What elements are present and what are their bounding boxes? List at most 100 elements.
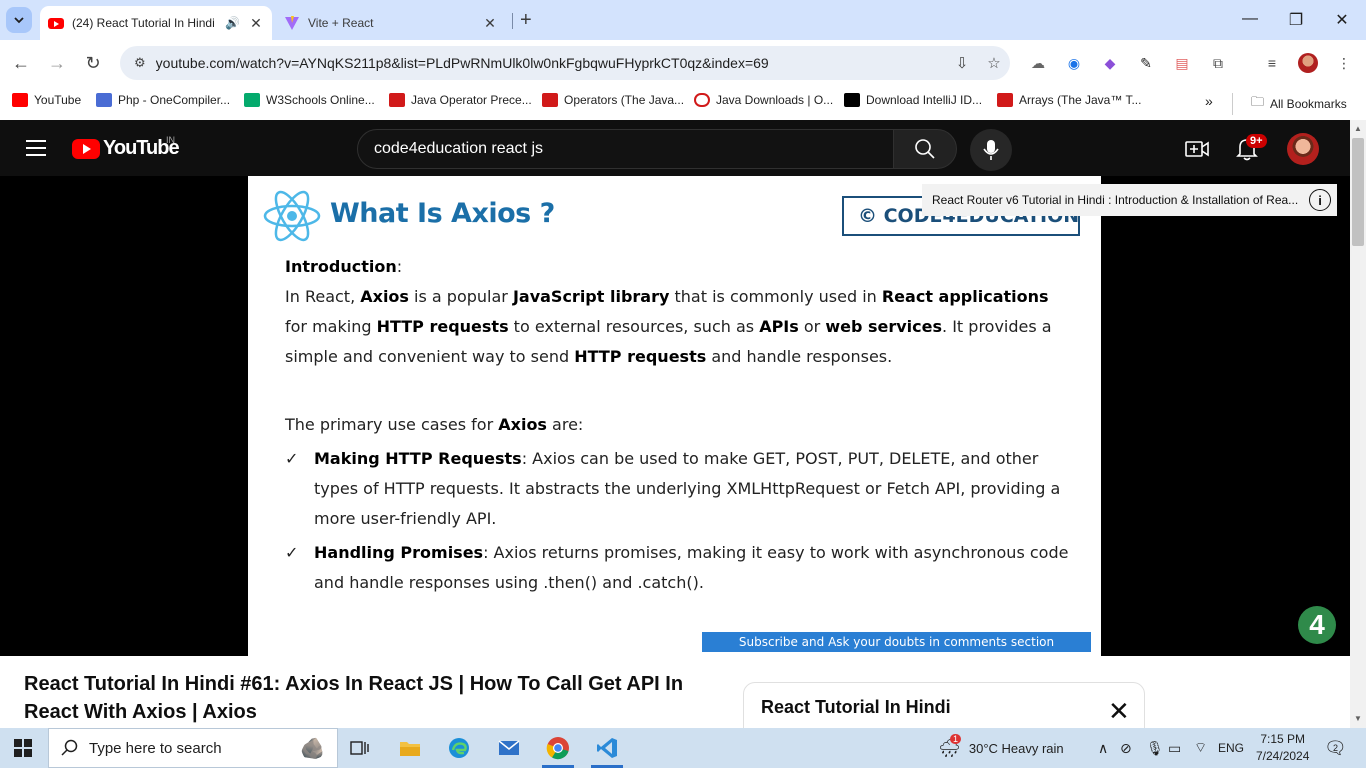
bookmark-label: Download IntelliJ ID... [866, 93, 983, 107]
voice-search-button[interactable] [970, 129, 1012, 171]
intro-heading-line: Introduction: [285, 257, 403, 276]
wifi-icon[interactable]: ⌔ [1194, 728, 1207, 768]
close-tab-icon[interactable]: ✕ [482, 15, 498, 32]
all-bookmarks[interactable]: 🗀 All Bookmarks [1232, 93, 1347, 115]
youtube-header: YouTube IN code4education react js 9+ [0, 120, 1350, 176]
notification-center-icon[interactable]: 🗨 2 [1324, 728, 1347, 768]
hamburger-menu-icon[interactable] [26, 140, 46, 161]
site-info-icon[interactable]: ⚙ [134, 55, 146, 71]
file-explorer-icon[interactable] [390, 732, 430, 764]
close-tab-icon[interactable]: ✕ [248, 15, 264, 32]
back-arrow-icon[interactable]: ← [10, 52, 32, 74]
language-indicator[interactable]: ENG [1218, 728, 1244, 768]
windows-start-icon[interactable] [14, 739, 32, 757]
account-avatar[interactable] [1287, 133, 1319, 165]
bookmark-onecompiler[interactable]: Php - OneCompiler... [96, 93, 230, 107]
bookmark-star-icon[interactable]: ☆ [978, 54, 1010, 72]
chrome-icon[interactable] [538, 732, 578, 768]
bookmark-w3schools[interactable]: W3Schools Online... [244, 93, 375, 107]
menu-kebab-icon[interactable]: ⋮ [1334, 53, 1354, 73]
bookmark-label: Operators (The Java... [564, 93, 685, 107]
below-player: React Tutorial In Hindi #61: Axios In Re… [0, 656, 1350, 742]
forward-arrow-icon[interactable]: → [46, 52, 68, 74]
oracle-icon [542, 93, 558, 107]
extension-copilot-icon[interactable]: ◆ [1100, 53, 1120, 73]
more-bookmarks-icon[interactable]: » [1205, 93, 1213, 109]
speaker-icon[interactable]: 🔊 [225, 16, 240, 30]
youtube-search-input[interactable]: code4education react js [357, 129, 894, 169]
mail-icon[interactable] [489, 732, 529, 764]
extension-note-icon[interactable]: ▤ [1172, 53, 1192, 73]
paragraph-bold-run: React applications [881, 287, 1049, 306]
tab-search-button[interactable] [6, 7, 32, 33]
extension-cloud-icon[interactable]: ☁ [1028, 53, 1048, 73]
playlist-title[interactable]: React Tutorial In Hindi [761, 697, 951, 718]
bookmark-arrays[interactable]: Arrays (The Java™ T... [997, 93, 1141, 107]
youtube-search-button[interactable] [893, 129, 957, 169]
tab-vite[interactable]: Vite + React ✕ [276, 6, 506, 40]
extension-globe-icon[interactable]: ◉ [1064, 53, 1084, 73]
paragraph-bold-run: APIs [759, 317, 799, 336]
battery-icon[interactable]: ▭ [1168, 728, 1181, 768]
url-text[interactable]: youtube.com/watch?v=AYNqKS211p8&list=PLd… [156, 55, 946, 71]
youtube-page: YouTube IN code4education react js 9+ Wh… [0, 120, 1350, 742]
taskbar-search[interactable]: Type here to search 🪨 [48, 728, 338, 768]
show-hidden-icons-icon[interactable]: ∧ [1098, 728, 1108, 768]
paragraph-bold-run: web services [825, 317, 943, 336]
minimize-icon[interactable]: — [1240, 10, 1260, 28]
system-clock[interactable]: 7:15 PM 7/24/2024 [1256, 731, 1309, 765]
extension-eyedropper-icon[interactable]: ✎ [1136, 53, 1156, 73]
info-icon[interactable]: i [1309, 189, 1331, 211]
rain-cloud-icon: 🌧 1 [938, 733, 962, 758]
bookmark-label: Java Operator Prece... [411, 93, 532, 107]
video-player[interactable]: What Is Axios ? © CODE4EDUCATION Introdu… [0, 176, 1350, 656]
weather-badge: 1 [950, 733, 962, 744]
vscode-icon[interactable] [587, 732, 627, 768]
paragraph-bold-run: HTTP requests [574, 347, 707, 366]
network-off-icon[interactable]: ⊘ [1120, 728, 1132, 768]
new-tab-icon[interactable]: + [520, 10, 532, 30]
address-bar[interactable]: ⚙ youtube.com/watch?v=AYNqKS211p8&list=P… [120, 46, 1010, 80]
react-logo-icon [263, 190, 321, 242]
scroll-up-icon[interactable]: ▲ [1354, 124, 1362, 133]
bookmark-java-operator[interactable]: Java Operator Prece... [389, 93, 532, 107]
restore-icon[interactable]: ❐ [1286, 10, 1306, 30]
task-view-icon[interactable] [340, 732, 380, 764]
bookmark-java-downloads[interactable]: Java Downloads | O... [694, 93, 833, 107]
bookmark-youtube[interactable]: YouTube [12, 93, 81, 107]
all-bookmarks-label: All Bookmarks [1270, 97, 1347, 111]
media-control-icon[interactable]: ≡ [1262, 53, 1282, 73]
close-playlist-icon[interactable]: ✕ [1108, 698, 1130, 724]
intellij-icon [844, 93, 860, 107]
install-app-icon[interactable]: ⇩ [946, 54, 978, 72]
intro-paragraph: In React, Axios is a popular JavaScript … [285, 282, 1075, 372]
bookmark-intellij[interactable]: Download IntelliJ ID... [844, 93, 982, 107]
search-icon [915, 139, 935, 159]
subscribe-banner: Subscribe and Ask your doubts in comment… [702, 632, 1091, 652]
notification-badge: 9+ [1246, 134, 1267, 148]
info-card-tooltip[interactable]: React Router v6 Tutorial in Hindi : Intr… [922, 184, 1337, 216]
microphone-tray-icon[interactable]: 🎙 [1146, 728, 1164, 768]
channel-watermark-icon[interactable]: 4 [1298, 606, 1336, 644]
window-close-icon[interactable]: ✕ [1332, 10, 1352, 30]
text: are: [546, 415, 584, 434]
scroll-down-icon[interactable]: ▼ [1354, 714, 1362, 723]
onecompiler-icon [96, 93, 112, 107]
paragraph-bold-run: Axios [360, 287, 409, 306]
extensions-puzzle-icon[interactable]: ⧉ [1208, 53, 1228, 73]
scroll-thumb[interactable] [1352, 138, 1364, 246]
bullet-text: Handling Promises: Axios returns promise… [314, 538, 1075, 598]
vite-favicon-icon [284, 15, 300, 31]
reload-icon[interactable]: ↻ [82, 52, 104, 74]
bookmark-operators[interactable]: Operators (The Java... [542, 93, 684, 107]
youtube-logo[interactable]: YouTube [72, 137, 180, 160]
tab-youtube[interactable]: (24) React Tutorial In Hindi 🔊 ✕ [40, 6, 272, 40]
browser-profile-avatar[interactable] [1298, 53, 1318, 73]
edge-browser-icon[interactable] [439, 732, 479, 764]
bullet-item: ✓ Making HTTP Requests: Axios can be use… [285, 444, 1075, 534]
create-video-icon[interactable] [1184, 137, 1210, 161]
weather-widget[interactable]: 🌧 1 30°C Heavy rain [938, 728, 1064, 768]
page-scrollbar[interactable]: ▲ ▼ [1350, 120, 1366, 728]
chevron-down-icon [14, 17, 24, 24]
youtube-favicon-icon [48, 15, 64, 31]
